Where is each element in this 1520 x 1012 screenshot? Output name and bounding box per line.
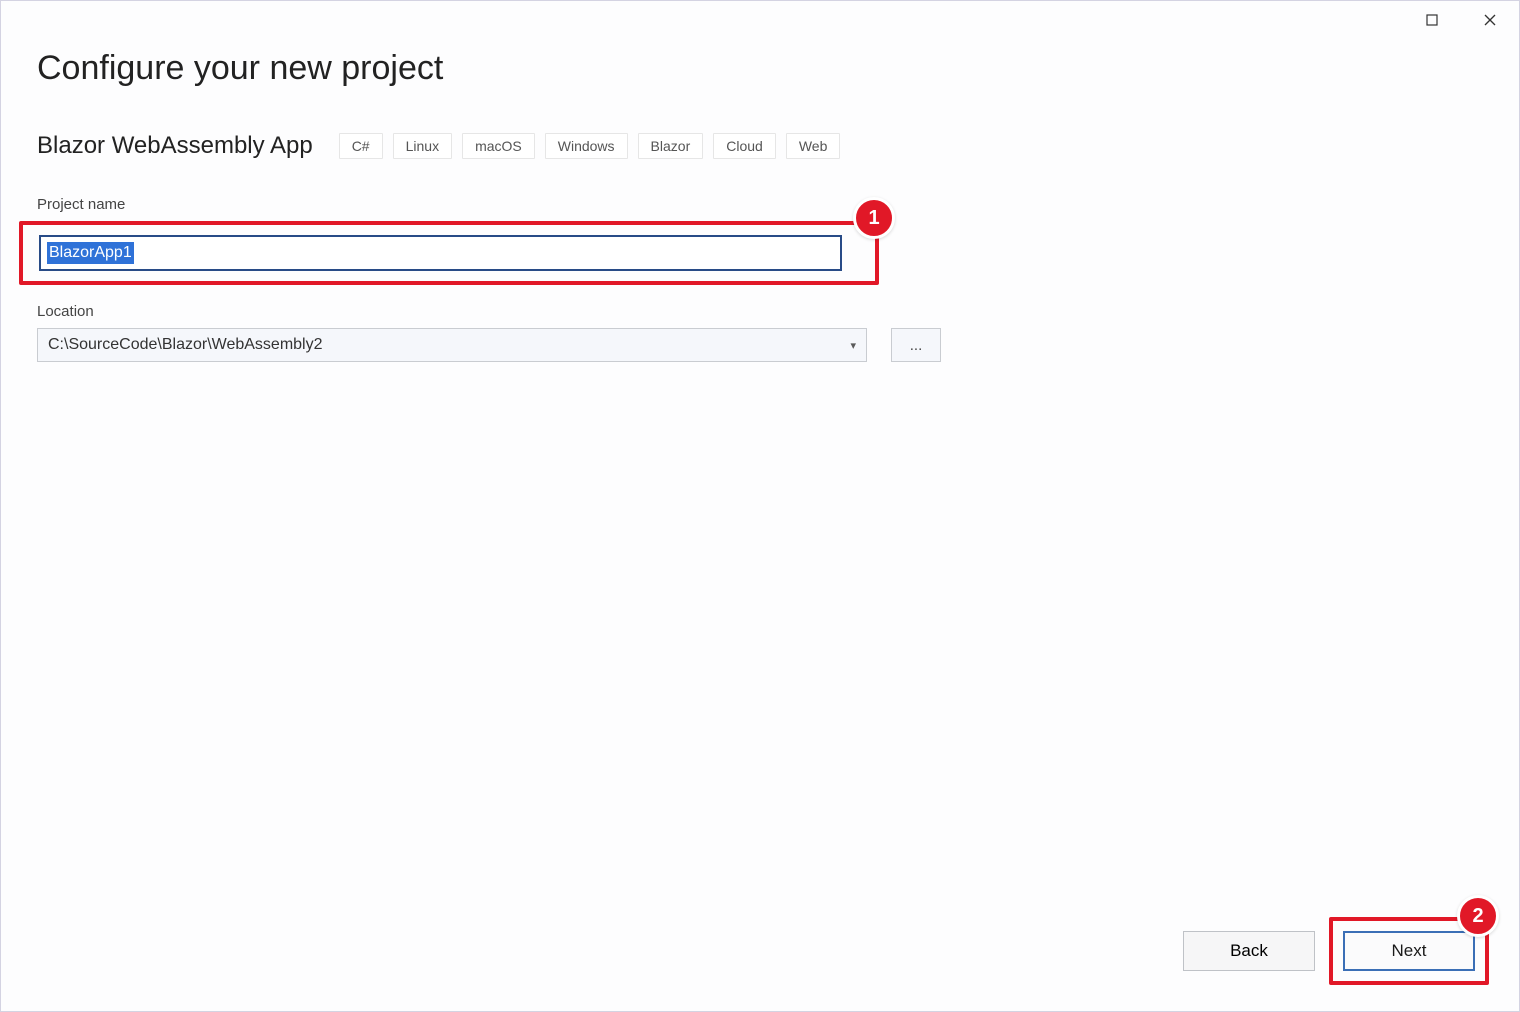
project-name-label: Project name (37, 196, 1479, 213)
tag: C# (339, 133, 383, 159)
tag: macOS (462, 133, 535, 159)
callout-badge-1: 1 (853, 197, 895, 239)
project-name-input[interactable] (39, 235, 842, 271)
callout-2: 2 Next (1329, 917, 1489, 985)
template-name: Blazor WebAssembly App (37, 132, 313, 160)
location-combobox[interactable]: C:\SourceCode\Blazor\WebAssembly2 ▾ (37, 328, 867, 362)
close-button[interactable] (1467, 5, 1513, 35)
page-title: Configure your new project (37, 49, 1479, 88)
tag: Windows (545, 133, 628, 159)
close-icon (1484, 14, 1496, 26)
tag: Linux (393, 133, 452, 159)
tag: Cloud (713, 133, 776, 159)
location-value: C:\SourceCode\Blazor\WebAssembly2 (48, 336, 323, 354)
chevron-down-icon: ▾ (850, 339, 856, 352)
callout-badge-2: 2 (1457, 895, 1499, 937)
next-button[interactable]: Next (1343, 931, 1475, 971)
location-label: Location (37, 303, 1479, 320)
tag: Web (786, 133, 841, 159)
back-button[interactable]: Back (1183, 931, 1315, 971)
maximize-icon (1426, 14, 1438, 26)
maximize-button[interactable] (1409, 5, 1455, 35)
tag: Blazor (638, 133, 704, 159)
template-row: Blazor WebAssembly App C# Linux macOS Wi… (37, 132, 1479, 160)
browse-button[interactable]: ... (891, 328, 941, 362)
callout-1: 1 BlazorApp1 (19, 221, 879, 285)
